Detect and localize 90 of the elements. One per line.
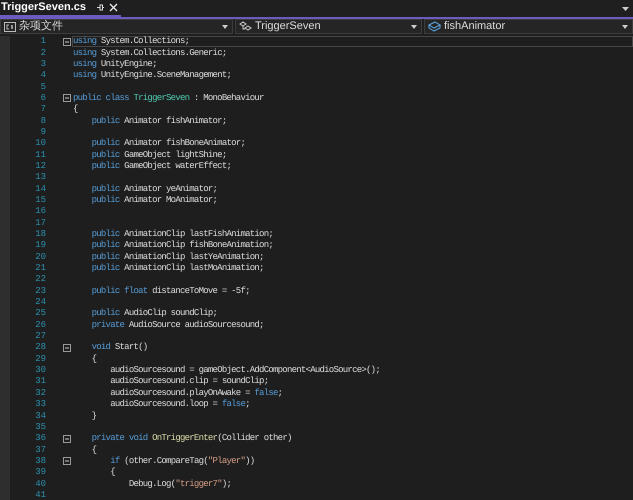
close-icon[interactable] [109, 3, 118, 12]
line-number: 18 [34, 230, 46, 240]
code-line: public class TriggerSeven : MonoBehaviour [73, 94, 264, 103]
line-number: 7 [40, 105, 46, 114]
code-line: using UnityEngine; [73, 60, 157, 69]
line-number: 39 [34, 468, 46, 478]
code-line: void Start() [92, 343, 148, 352]
code-line: using System.Collections.Generic; [73, 48, 226, 58]
line-number: 25 [34, 309, 46, 318]
line-number: 23 [34, 286, 46, 296]
line-number: 33 [34, 400, 46, 410]
line-number: 9 [40, 128, 46, 137]
code-line: audioSourcesound = gameObject.AddComponent<AudioSource>(); [110, 366, 380, 376]
line-number: 1 [40, 37, 46, 46]
code-line: using UnityEngine.SceneManagement; [73, 71, 232, 80]
code-line: { [110, 468, 115, 478]
line-number: 36 [34, 434, 46, 444]
code-line: using System.Collections; [73, 37, 190, 46]
pin-icon[interactable] [96, 3, 105, 12]
code-line: { [92, 354, 96, 364]
code-line: public Animator fishAnimator; [92, 116, 226, 126]
line-number: 26 [34, 320, 46, 330]
line-number: 28 [34, 343, 46, 352]
code-line: public Animator fishBoneAnimator; [92, 139, 246, 148]
line-number: 31 [34, 377, 46, 386]
line-number: 14 [34, 184, 46, 194]
line-number: 4 [40, 71, 46, 80]
dropdown-arrow-icon[interactable] [622, 6, 629, 10]
code-line: public Animator yeAnimator; [92, 184, 218, 194]
code-line: { [73, 105, 78, 114]
navigation-dropdown[interactable]: TriggerSeven [235, 19, 422, 34]
dropdown-arrow-icon[interactable] [411, 24, 417, 28]
line-number: 13 [34, 173, 46, 182]
line-number: 41 [34, 490, 46, 500]
line-number: 37 [34, 446, 46, 455]
code-line: public AnimationClip lastYeAnimation; [92, 252, 264, 262]
code-line: public AnimationClip lastFishAnimation; [92, 230, 273, 240]
field-icon [428, 21, 441, 32]
line-number: 15 [34, 196, 46, 205]
line-number: 35 [34, 422, 46, 432]
line-number: 29 [34, 354, 46, 364]
line-number: 19 [34, 241, 46, 250]
line-number: 8 [40, 116, 46, 126]
line-number: 24 [34, 298, 46, 308]
code-file-icon [4, 22, 16, 32]
line-number: 32 [34, 388, 46, 398]
collapse-icon[interactable] [63, 457, 71, 466]
line-number: 6 [40, 94, 46, 103]
navigation-dropdown[interactable]: 杂项文件 [0, 19, 233, 34]
line-number: 21 [34, 264, 46, 274]
code-line: public GameObject waterEffect; [92, 162, 232, 171]
code-line: public AnimationClip fishBoneAnimation; [92, 241, 273, 250]
code-line: public AnimationClip lastMoAnimation; [92, 264, 264, 274]
line-number: 16 [34, 207, 46, 216]
line-number: 40 [34, 480, 46, 489]
code-line: private void OnTriggerEnter(Collider other) [92, 434, 292, 444]
code-line: public Animator MoAnimator; [92, 196, 218, 205]
line-number: 22 [34, 275, 46, 284]
class-icon [239, 21, 252, 32]
collapse-icon[interactable] [63, 434, 71, 443]
code-line: if (other.CompareTag("Player")) [110, 456, 254, 466]
line-number: 34 [34, 412, 46, 421]
code-line: Debug.Log("trigger7"); [128, 480, 232, 489]
line-number: 3 [40, 60, 46, 69]
line-number: 30 [34, 366, 46, 376]
line-number: 10 [34, 139, 46, 148]
navigation-dropdown[interactable]: fishAnimator [424, 19, 633, 34]
dropdown-arrow-icon[interactable] [222, 24, 228, 28]
code-line: { [92, 446, 96, 455]
line-number: 11 [34, 150, 46, 160]
line-number: 12 [34, 162, 46, 171]
line-number: 27 [34, 332, 46, 342]
code-line: } [92, 412, 96, 421]
collapse-icon[interactable] [63, 344, 71, 352]
code-line: public AudioClip soundClip; [92, 309, 218, 318]
code-line: public GameObject lightShine; [92, 150, 226, 160]
line-number: 2 [40, 48, 46, 58]
collapse-icon[interactable] [63, 94, 71, 102]
line-number: 5 [40, 82, 46, 92]
dropdown-arrow-icon[interactable] [622, 24, 628, 28]
file-tab[interactable]: TriggerSeven.cs [0, 0, 121, 17]
line-number: 17 [34, 218, 46, 228]
code-line: audioSourcesound.clip = soundClip; [110, 377, 268, 386]
code-line: audioSourcesound.loop = false; [110, 400, 250, 410]
code-line: public float distanceToMove = -5f; [92, 286, 250, 296]
code-line: audioSourcesound.playOnAwake = false; [110, 388, 282, 398]
collapse-icon[interactable] [63, 38, 71, 46]
line-number: 20 [34, 252, 46, 262]
code-line: private AudioSource audioSourcesound; [92, 320, 264, 330]
line-number: 38 [34, 456, 46, 466]
